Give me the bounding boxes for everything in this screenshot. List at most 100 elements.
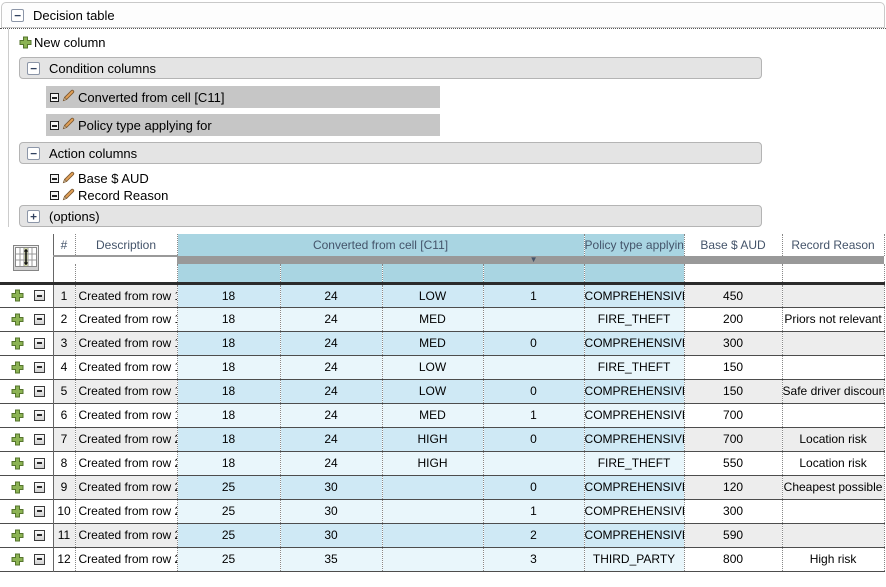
row-number-cell[interactable]: 4 [53,355,75,379]
condition-cell-4[interactable]: 0 [483,331,584,355]
condition-cell-1[interactable]: 18 [177,379,280,403]
delete-row-button[interactable] [34,314,45,325]
delete-row-button[interactable] [34,362,45,373]
row-number-cell[interactable]: 12 [53,547,75,571]
condition-columns-section-header[interactable]: − Condition columns [19,57,762,79]
column-header-base[interactable]: Base $ AUD [684,234,782,256]
row-number-cell[interactable]: 5 [53,379,75,403]
collapse-square-icon[interactable] [50,121,59,130]
add-row-button[interactable] [11,313,24,326]
add-row-button[interactable] [11,553,24,566]
base-aud-cell[interactable]: 550 [684,451,782,475]
condition-cell-1[interactable]: 25 [177,523,280,547]
delete-row-button[interactable] [34,386,45,397]
description-cell[interactable]: Created from row 19 [75,403,177,427]
condition-cell-2[interactable]: 35 [280,547,382,571]
add-row-button[interactable] [11,361,24,374]
condition-cell-2[interactable]: 24 [280,355,382,379]
description-cell[interactable]: Created from row 15 [75,307,177,331]
description-cell[interactable]: Created from row 24 [75,523,177,547]
add-row-button[interactable] [11,457,24,470]
base-aud-cell[interactable]: 120 [684,475,782,499]
condition-cell-3[interactable] [382,547,483,571]
delete-row-button[interactable] [34,530,45,541]
condition-cell-3[interactable]: MED [382,403,483,427]
condition-cell-4[interactable]: 0 [483,427,584,451]
condition-cell-2[interactable]: 24 [280,427,382,451]
policy-type-cell[interactable]: COMPREHENSIVE [584,331,684,355]
condition-cell-3[interactable]: LOW [382,283,483,307]
add-row-button[interactable] [11,433,24,446]
action-column-record-reason[interactable]: Record Reason [46,188,886,203]
sort-bar-cell[interactable] [684,256,782,264]
row-number-cell[interactable]: 9 [53,475,75,499]
collapse-icon[interactable]: − [27,62,40,75]
base-aud-cell[interactable]: 800 [684,547,782,571]
condition-cell-1[interactable]: 18 [177,331,280,355]
toggle-merge-button[interactable] [13,245,39,271]
sort-bar-cell[interactable] [75,256,177,264]
description-cell[interactable]: Created from row 20 [75,427,177,451]
condition-cell-1[interactable]: 25 [177,499,280,523]
delete-row-button[interactable] [34,338,45,349]
condition-cell-1[interactable]: 18 [177,427,280,451]
base-aud-cell[interactable]: 590 [684,523,782,547]
row-number-cell[interactable]: 2 [53,307,75,331]
delete-row-button[interactable] [34,554,45,565]
condition-cell-3[interactable]: MED [382,307,483,331]
column-header-row-number[interactable]: # [53,234,75,256]
condition-cell-3[interactable]: HIGH [382,427,483,451]
condition-cell-4[interactable] [483,307,584,331]
row-number-cell[interactable]: 6 [53,403,75,427]
condition-cell-4[interactable]: 2 [483,523,584,547]
action-column-base-aud[interactable]: Base $ AUD [46,171,886,186]
condition-cell-4[interactable]: 0 [483,475,584,499]
condition-cell-2[interactable]: 24 [280,379,382,403]
condition-cell-4[interactable]: 1 [483,403,584,427]
condition-cell-3[interactable]: LOW [382,355,483,379]
condition-cell-1[interactable]: 25 [177,475,280,499]
condition-cell-2[interactable]: 24 [280,451,382,475]
policy-type-cell[interactable]: COMPREHENSIVE [584,283,684,307]
condition-cell-1[interactable]: 18 [177,403,280,427]
record-reason-cell[interactable]: Location risk [782,427,884,451]
condition-cell-1[interactable]: 25 [177,547,280,571]
add-row-button[interactable] [11,409,24,422]
base-aud-cell[interactable]: 150 [684,355,782,379]
condition-cell-4[interactable]: 0 [483,379,584,403]
condition-cell-4[interactable]: 1 [483,283,584,307]
condition-cell-1[interactable]: 18 [177,283,280,307]
collapse-square-icon[interactable] [50,93,59,102]
policy-type-cell[interactable]: FIRE_THEFT [584,307,684,331]
description-cell[interactable]: Created from row 16 [75,331,177,355]
base-aud-cell[interactable]: 450 [684,283,782,307]
policy-type-cell[interactable]: COMPREHENSIVE [584,427,684,451]
pencil-icon[interactable] [62,188,75,204]
condition-cell-1[interactable]: 18 [177,307,280,331]
add-row-button[interactable] [11,529,24,542]
collapse-icon[interactable]: − [11,9,24,22]
add-row-button[interactable] [11,289,24,302]
pencil-icon[interactable] [62,117,75,133]
column-header-condition-span[interactable]: Converted from cell [C11] [177,234,584,256]
record-reason-cell[interactable]: Priors not relevant [782,307,884,331]
delete-row-button[interactable] [34,458,45,469]
delete-row-button[interactable] [34,506,45,517]
row-number-cell[interactable]: 3 [53,331,75,355]
expand-icon[interactable]: + [27,210,40,223]
condition-cell-2[interactable]: 30 [280,523,382,547]
record-reason-cell[interactable]: Location risk [782,451,884,475]
description-cell[interactable]: Created from row 21 [75,451,177,475]
base-aud-cell[interactable]: 300 [684,499,782,523]
condition-cell-2[interactable]: 24 [280,283,382,307]
condition-cell-2[interactable]: 30 [280,475,382,499]
condition-cell-2[interactable]: 30 [280,499,382,523]
delete-row-button[interactable] [34,290,45,301]
sort-bar-cell[interactable] [177,256,280,264]
condition-cell-3[interactable] [382,475,483,499]
row-number-cell[interactable]: 7 [53,427,75,451]
condition-cell-1[interactable]: 18 [177,355,280,379]
condition-cell-4[interactable]: 3 [483,547,584,571]
add-row-button[interactable] [11,337,24,350]
delete-row-button[interactable] [34,482,45,493]
